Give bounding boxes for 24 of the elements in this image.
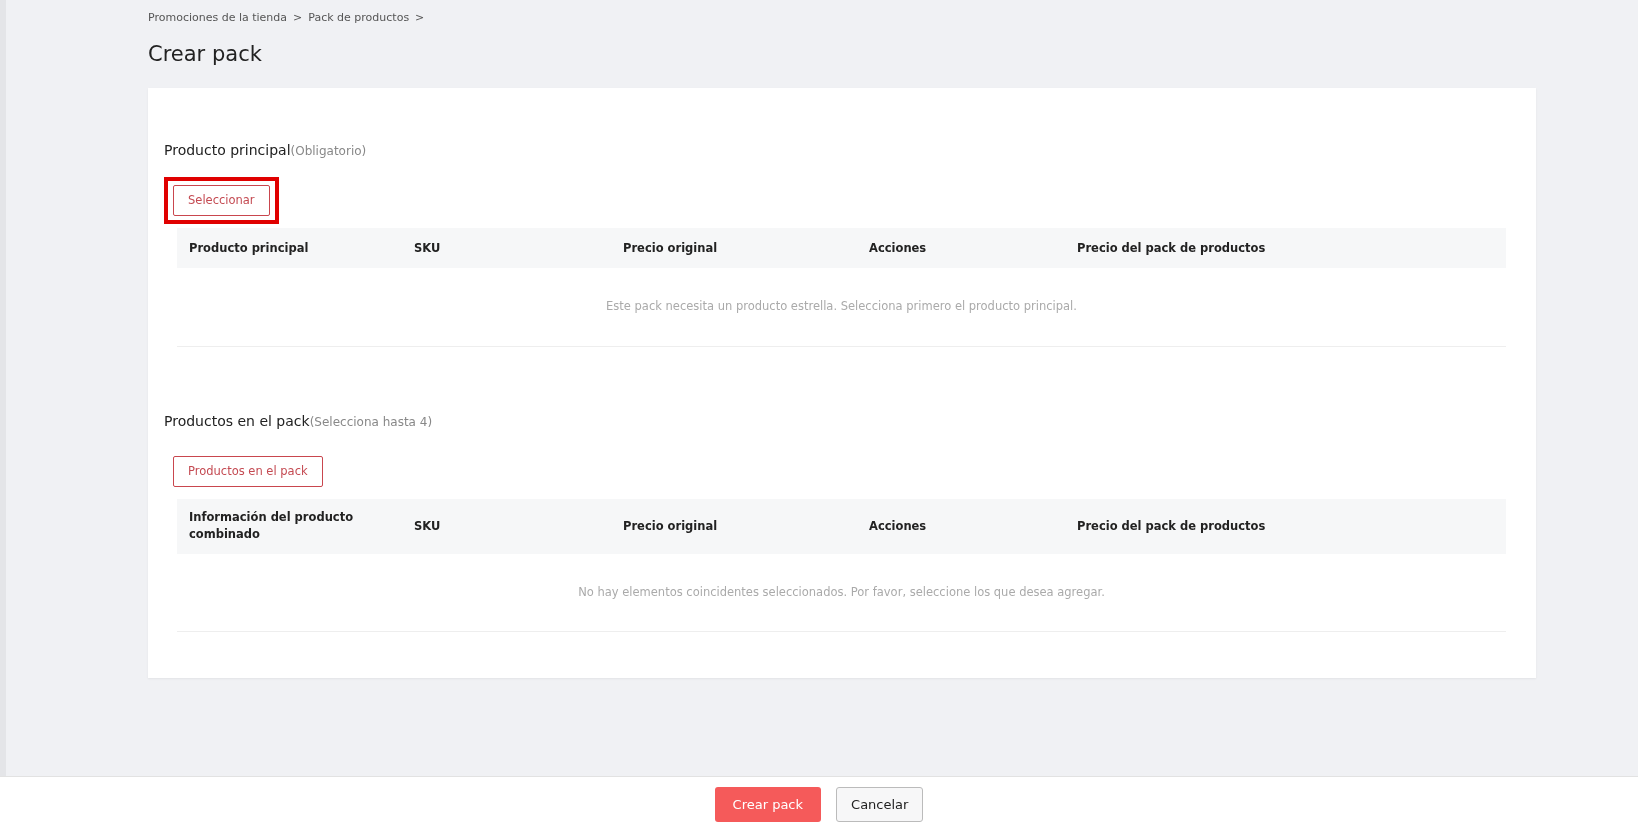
column-header: Precio original [623, 517, 719, 535]
empty-message: No hay elementos coincidentes seleccionados. Por favor, seleccione los que desea agregar. [177, 553, 1506, 632]
column-header: Acciones [869, 239, 928, 257]
column-header: SKU [414, 239, 442, 257]
section-hint: (Obligatorio) [290, 143, 367, 160]
cancel-button[interactable]: Cancelar [836, 786, 924, 823]
column-header: Acciones [869, 517, 928, 535]
column-header: Precio del pack de productos [1077, 239, 1267, 257]
select-button[interactable]: Productos en el pack [173, 455, 323, 487]
section-heading: Productos en el pack [164, 411, 310, 431]
breadcrumb-separator: > [293, 10, 303, 26]
column-header: Precio del pack de productos [1077, 517, 1267, 535]
breadcrumb-link[interactable]: Pack de productos [308, 10, 410, 27]
column-header: Precio original [623, 239, 719, 257]
column-header: Producto principal [189, 239, 310, 257]
select-button[interactable]: Seleccionar [173, 185, 270, 217]
section-heading: Producto principal [164, 141, 291, 160]
breadcrumb-link[interactable]: Promociones de la tienda [148, 10, 288, 27]
column-header: SKU [414, 517, 442, 535]
section-hint: (Selecciona hasta 4) [309, 413, 433, 431]
column-header: Información del producto combinado [189, 509, 355, 544]
page-title: Crear pack [148, 40, 263, 68]
empty-message: Este pack necesita un producto estrella. Selecciona primero el producto principal. [177, 268, 1506, 347]
breadcrumb-separator: > [415, 10, 425, 26]
